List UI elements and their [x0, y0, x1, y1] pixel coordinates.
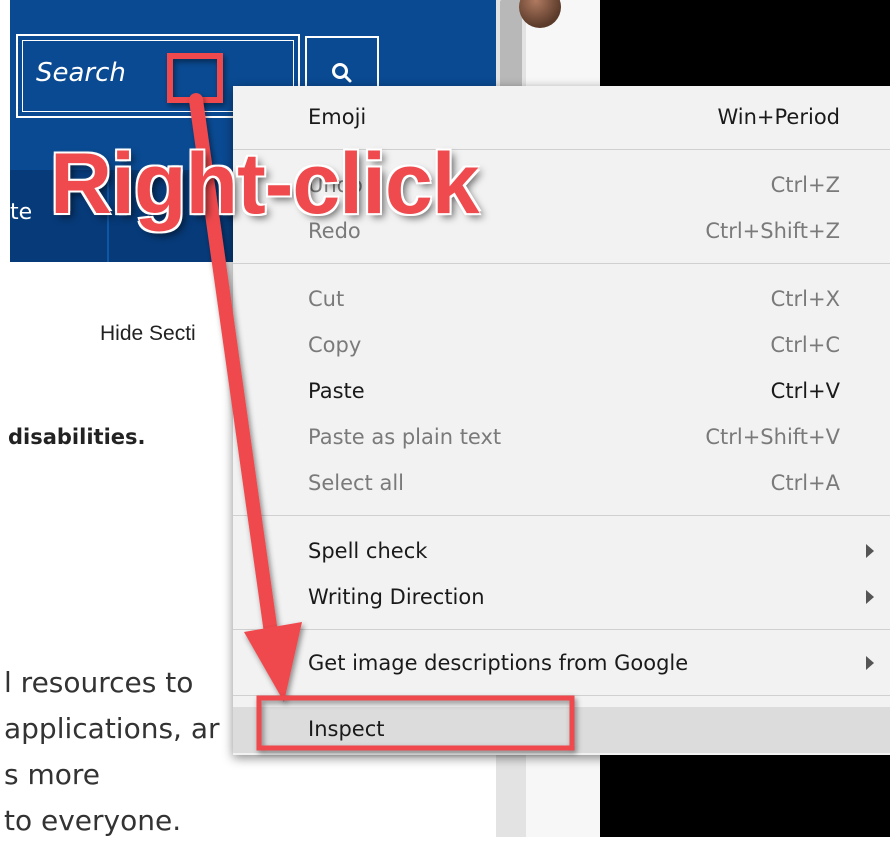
menu-item-copy[interactable]: Copy Ctrl+C [233, 323, 890, 369]
menu-item-paste[interactable]: Paste Ctrl+V [233, 369, 890, 415]
menu-item-shortcut: Ctrl+Shift+Z [705, 219, 840, 243]
menu-item-inspect[interactable]: Inspect [233, 707, 890, 753]
menu-separator [233, 629, 890, 630]
menu-separator [233, 695, 890, 696]
menu-item-label: Spell check [308, 539, 428, 563]
submenu-arrow-icon [866, 590, 874, 604]
menu-item-label: Writing Direction [308, 585, 485, 609]
menu-item-shortcut: Ctrl+C [770, 333, 840, 357]
paragraph-line-1: l resources to [4, 666, 194, 699]
menu-separator [233, 263, 890, 264]
menu-item-shortcut: Ctrl+X [770, 287, 840, 311]
search-icon [332, 63, 352, 83]
paragraph-line-2: applications, ar [4, 712, 220, 745]
menu-separator [233, 515, 890, 516]
menu-item-label: Paste [308, 379, 365, 403]
menu-item-label: Emoji [308, 105, 367, 129]
menu-item-label: Paste as plain text [308, 425, 502, 449]
menu-item-shortcut: Ctrl+A [770, 471, 840, 495]
menu-item-shortcut: Win+Period [717, 105, 840, 129]
submenu-arrow-icon [866, 656, 874, 670]
menu-item-label: Select all [308, 471, 404, 495]
right-click-callout: Right-click [50, 136, 480, 232]
menu-item-shortcut: Ctrl+Shift+V [705, 425, 840, 449]
menu-item-select-all[interactable]: Select all Ctrl+A [233, 461, 890, 507]
menu-item-label: Inspect [308, 717, 385, 741]
menu-item-shortcut: Ctrl+Z [770, 173, 840, 197]
menu-item-paste-plain[interactable]: Paste as plain text Ctrl+Shift+V [233, 415, 890, 461]
bold-text: disabilities. [8, 425, 146, 449]
paragraph-line-4: to everyone. [4, 804, 182, 837]
menu-item-label: Get image descriptions from Google [308, 651, 689, 675]
menu-item-shortcut: Ctrl+V [770, 379, 840, 403]
submenu-arrow-icon [866, 544, 874, 558]
hide-section-link[interactable]: Hide Secti [100, 322, 196, 346]
menu-item-spell-check[interactable]: Spell check [233, 529, 890, 575]
menu-item-label: Copy [308, 333, 362, 357]
menu-item-label: Cut [308, 287, 345, 311]
search-placeholder: Search [36, 58, 126, 88]
menu-item-cut[interactable]: Cut Ctrl+X [233, 277, 890, 323]
paragraph-line-3: s more [4, 758, 101, 791]
nav-item-partial[interactable]: te [10, 200, 32, 225]
menu-item-writing-direction[interactable]: Writing Direction [233, 575, 890, 621]
menu-item-image-descriptions[interactable]: Get image descriptions from Google [233, 641, 890, 687]
scrollbar-thumb[interactable] [500, 0, 522, 92]
